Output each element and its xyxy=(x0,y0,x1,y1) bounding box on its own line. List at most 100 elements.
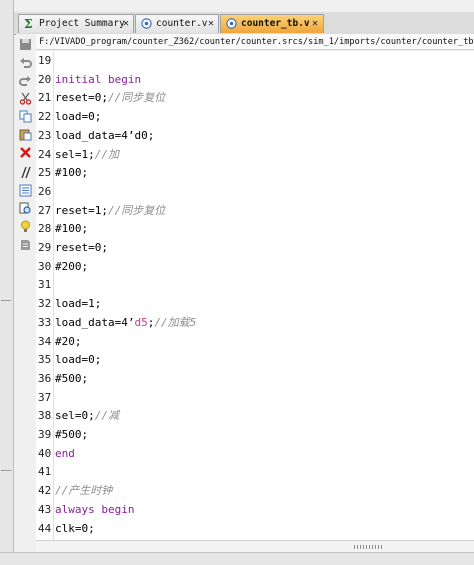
scrollbar-grip[interactable] xyxy=(354,545,382,549)
line-number: 28 xyxy=(38,222,52,236)
code-text: clk=0; xyxy=(55,520,95,539)
line-number: 25 xyxy=(38,166,52,180)
status-bar xyxy=(0,552,474,565)
tab-label: counter.v xyxy=(156,18,208,29)
code-token: #500; xyxy=(55,371,89,385)
code-text: #20; xyxy=(55,333,82,352)
code-text: reset=1;//同步复位 xyxy=(55,202,165,221)
paste-icon[interactable] xyxy=(19,128,32,141)
code-text: #100; xyxy=(55,164,88,183)
code-token: load=0; xyxy=(55,353,102,367)
code-token: load=0; xyxy=(55,110,102,124)
copy-icon[interactable] xyxy=(19,110,32,123)
code-token: load_data=4’d0; xyxy=(55,128,155,142)
code-text: sel=0;//减 xyxy=(55,407,119,426)
code-token: sel=0; xyxy=(55,409,95,423)
close-icon[interactable]: ✕ xyxy=(208,15,214,33)
line-number: 38 xyxy=(38,409,52,423)
code-comment: //产生时钟 xyxy=(55,484,113,498)
line-number: 24 xyxy=(38,147,52,161)
code-text: always begin xyxy=(55,501,134,520)
line-number: 41 xyxy=(38,465,52,479)
code-text: sel=1;//加 xyxy=(55,146,119,165)
panel-divider-mark xyxy=(1,300,11,301)
code-text: reset=0;//同步复位 xyxy=(55,89,165,108)
close-icon[interactable]: ✕ xyxy=(312,15,318,33)
code-token: load=1; xyxy=(55,297,102,311)
select-all-icon[interactable] xyxy=(19,184,32,197)
code-comment: //同步复位 xyxy=(107,203,166,217)
file-path-bar: F:/VIVADO_program/counter_Z362/counter/c… xyxy=(36,34,474,50)
line-number: 39 xyxy=(38,428,52,441)
code-token: #200; xyxy=(55,259,89,273)
save-icon[interactable] xyxy=(19,38,32,51)
line-number: 43 xyxy=(38,502,52,516)
delete-icon[interactable] xyxy=(19,146,32,159)
code-token: load_data=4’ xyxy=(55,315,135,329)
code-text: load=0; xyxy=(55,108,101,127)
code-text: load=0; xyxy=(55,351,101,370)
code-keyword: always begin xyxy=(55,502,135,516)
code-text: #500; xyxy=(55,426,88,445)
close-icon[interactable]: ✕ xyxy=(123,15,129,33)
code-token: reset=0; xyxy=(55,241,108,254)
insert-template-icon[interactable] xyxy=(19,238,32,251)
line-number: 37 xyxy=(38,390,52,404)
line-number: 21 xyxy=(38,91,52,105)
line-number: 22 xyxy=(38,110,52,124)
code-text: #500; xyxy=(55,370,88,389)
line-number: 33 xyxy=(38,315,52,329)
line-number: 34 xyxy=(38,334,52,348)
code-token: #100; xyxy=(55,166,89,180)
left-panel-strip xyxy=(0,0,14,564)
code-text: load_data=4’d0; xyxy=(55,127,154,146)
cut-icon[interactable] xyxy=(19,92,32,105)
code-token: reset=1; xyxy=(55,203,108,217)
verilog-file-icon xyxy=(141,18,152,29)
sigma-icon: Σ xyxy=(24,18,32,29)
code-text: //产生时钟 xyxy=(55,482,112,501)
code-text: end xyxy=(55,445,75,464)
panel-divider-mark xyxy=(1,470,11,471)
hint-icon[interactable] xyxy=(19,220,32,233)
code-literal: d5 xyxy=(134,315,148,329)
code-token: clk=0; xyxy=(55,521,95,535)
find-icon[interactable] xyxy=(19,202,32,215)
editor-tab-bar: Σ Project Summary ✕ counter.v ✕ counter_… xyxy=(14,12,474,35)
code-token: #500; xyxy=(55,428,89,441)
code-text: load=1; xyxy=(55,295,101,314)
tab-label: counter_tb.v xyxy=(241,18,310,29)
code-comment: //加载5 xyxy=(154,315,197,329)
line-number: 36 xyxy=(38,371,52,385)
redo-icon[interactable] xyxy=(19,74,32,87)
line-number: 31 xyxy=(38,278,52,292)
code-comment: //减 xyxy=(94,409,119,423)
code-text: load_data=4’d5;//加载5 xyxy=(55,314,196,333)
code-token: sel=1; xyxy=(55,147,95,161)
code-comment: //同步复位 xyxy=(107,91,166,105)
line-number: 30 xyxy=(38,259,52,273)
code-editor[interactable]: 19 20 initial begin 21 reset=0;//同步复位 22 load=… xyxy=(36,51,474,540)
code-token: reset=0; xyxy=(55,91,108,105)
verilog-file-icon xyxy=(226,18,237,29)
line-number: 42 xyxy=(38,484,52,498)
tab-counter-tb-v[interactable]: counter_tb.v ✕ xyxy=(220,14,324,33)
editor-side-toolbar xyxy=(16,34,36,538)
code-token: #20; xyxy=(55,334,82,348)
undo-icon[interactable] xyxy=(19,56,32,69)
tab-project-summary[interactable]: Σ Project Summary ✕ xyxy=(18,14,134,33)
code-keyword: initial begin xyxy=(55,72,142,86)
code-comment: //加 xyxy=(94,147,119,161)
line-number: 19 xyxy=(38,54,52,67)
comment-icon[interactable] xyxy=(19,166,32,179)
code-text: #200; xyxy=(55,258,88,277)
file-path: F:/VIVADO_program/counter_Z362/counter/c… xyxy=(39,37,474,47)
line-number: 40 xyxy=(38,446,52,460)
line-number: 23 xyxy=(38,128,52,142)
svg-text:Σ: Σ xyxy=(24,18,32,29)
code-text: #100; xyxy=(55,220,88,239)
line-number: 29 xyxy=(38,241,52,254)
tab-counter-v[interactable]: counter.v ✕ xyxy=(135,14,219,33)
line-number: 26 xyxy=(38,184,52,198)
code-keyword: end xyxy=(55,446,75,460)
